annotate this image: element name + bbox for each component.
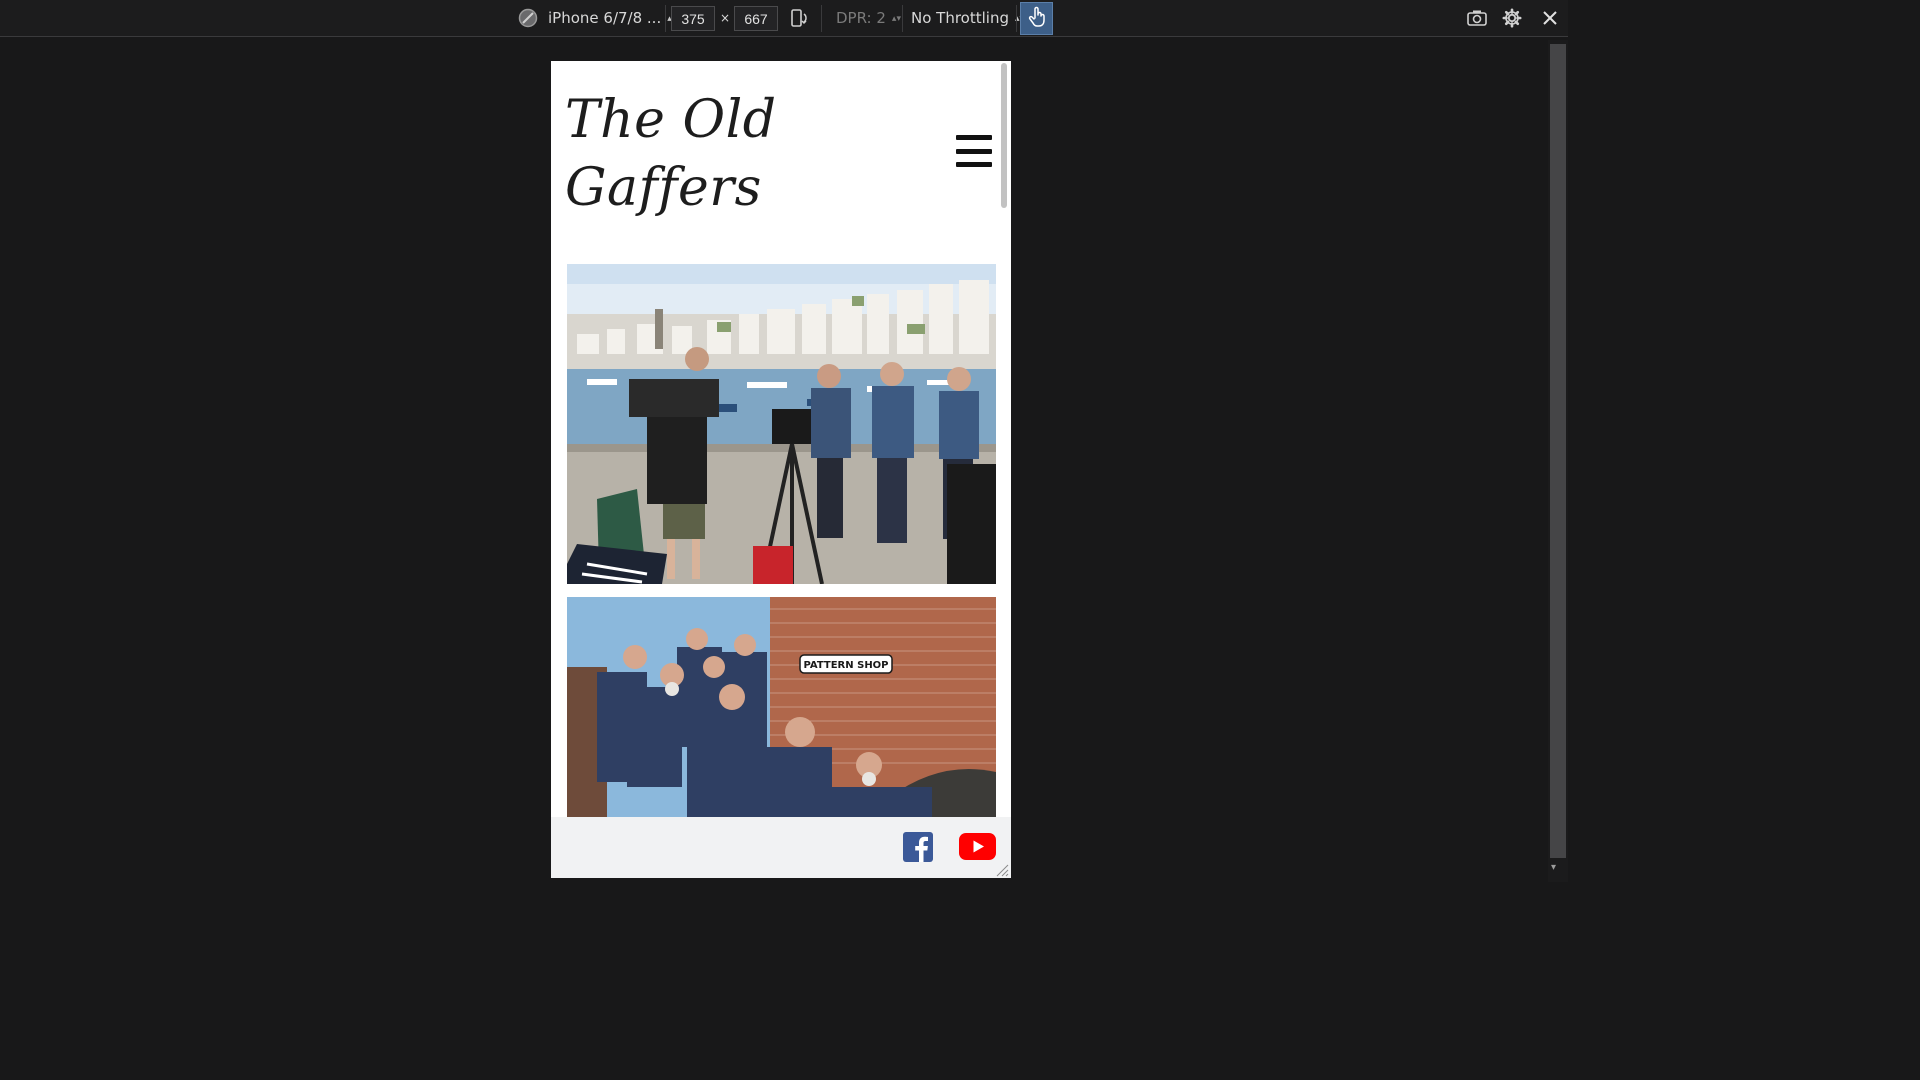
youtube-icon[interactable] xyxy=(959,833,996,860)
close-icon[interactable] xyxy=(1540,8,1560,28)
resize-handle-icon[interactable] xyxy=(995,862,1009,877)
facebook-icon[interactable] xyxy=(903,832,933,862)
settings-gear-icon[interactable] xyxy=(1502,8,1522,28)
social-footer xyxy=(551,817,1011,878)
hamburger-bar xyxy=(956,162,992,167)
page-scrollbar-thumb[interactable] xyxy=(1550,44,1566,858)
rotate-device-icon[interactable] xyxy=(789,8,809,28)
divider xyxy=(821,5,822,32)
select-arrow-icon: ▴▾ xyxy=(891,14,901,24)
group-brick-wall-photo: PATTERN SHOP xyxy=(567,597,996,817)
divider xyxy=(665,5,666,32)
hamburger-bar xyxy=(956,148,992,154)
viewport-scrollbar-thumb[interactable] xyxy=(1001,63,1007,208)
device-name: iPhone 6/7/8 ... xyxy=(548,9,662,27)
divider xyxy=(1016,5,1017,32)
device-viewport: The Old Gaffers PATTERN SHOP xyxy=(551,61,1011,878)
harbour-film-crew-photo xyxy=(567,264,996,584)
device-toolbar: iPhone 6/7/8 ...▴▾ 375 × 667 DPR: 2 ▴▾ No… xyxy=(0,0,1568,37)
logo-line: The Old xyxy=(565,90,777,150)
device-select[interactable]: iPhone 6/7/8 ...▴▾ xyxy=(548,9,676,27)
screenshot-icon[interactable] xyxy=(1467,8,1487,28)
site-logo[interactable]: The Old Gaffers xyxy=(565,86,825,222)
no-sign-icon[interactable] xyxy=(518,8,538,28)
throttling-select[interactable]: No Throttling▴▾ xyxy=(911,9,1024,27)
touch-icon xyxy=(1027,6,1047,32)
logo-line: Gaffers xyxy=(565,158,762,218)
dpr-label: DPR: 2 xyxy=(836,9,886,27)
dimension-separator: × xyxy=(720,11,731,25)
divider xyxy=(902,5,903,32)
dpr-select[interactable]: DPR: 2 ▴▾ xyxy=(836,9,901,27)
pattern-shop-sign: PATTERN SHOP xyxy=(803,660,888,671)
touch-simulation-button[interactable] xyxy=(1020,2,1053,35)
throttling-label: No Throttling xyxy=(911,9,1009,27)
width-input[interactable]: 375 xyxy=(671,6,715,31)
hamburger-icon[interactable] xyxy=(956,135,992,167)
hamburger-bar xyxy=(956,135,992,140)
scroll-down-arrow-icon[interactable]: ▾ xyxy=(1551,862,1556,873)
height-input[interactable]: 667 xyxy=(734,6,778,31)
